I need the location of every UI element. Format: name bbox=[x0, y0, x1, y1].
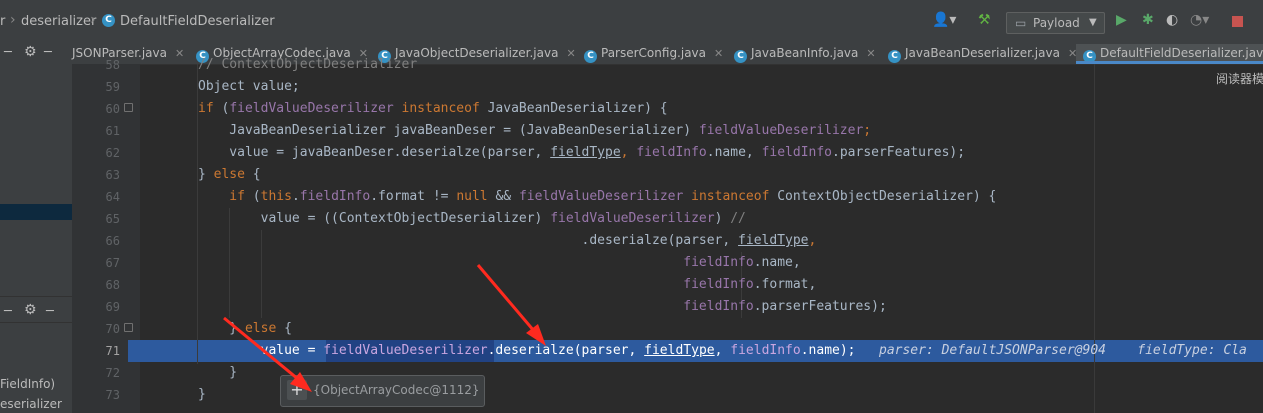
red-arrow-icon bbox=[223, 316, 312, 392]
red-arrow-icon bbox=[476, 264, 546, 346]
annotation-arrows bbox=[223, 264, 546, 392]
